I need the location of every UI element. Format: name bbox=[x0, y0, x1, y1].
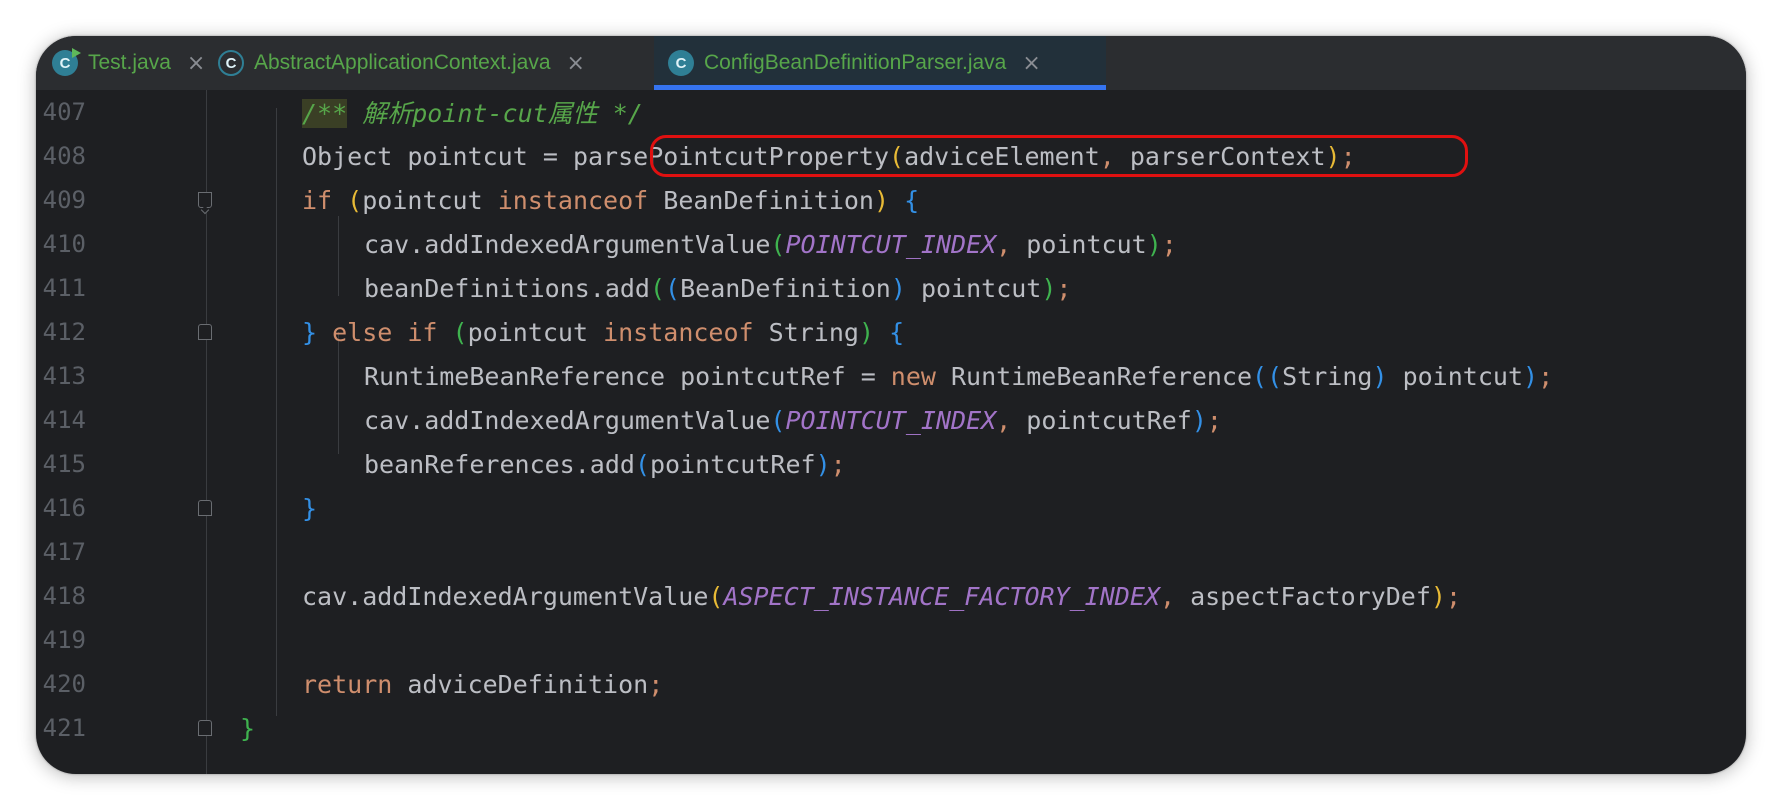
code-text: cav.addIndexedArgumentValue(ASPECT_INSTA… bbox=[302, 581, 1462, 611]
editor-tab-bar: C Test.java × C AbstractApplicationConte… bbox=[36, 36, 1746, 91]
fold-marker-icon[interactable] bbox=[198, 720, 212, 736]
close-icon[interactable]: × bbox=[567, 51, 585, 76]
code-line: 414 cav.addIndexedArgumentValue(POINTCUT… bbox=[36, 398, 1746, 442]
code-text: beanReferences.add(pointcutRef); bbox=[364, 449, 846, 479]
code-text: cav.addIndexedArgumentValue(POINTCUT_IND… bbox=[364, 229, 1177, 259]
tab-label: AbstractApplicationContext.java bbox=[254, 51, 551, 74]
code-text: return adviceDefinition; bbox=[302, 669, 664, 699]
line-number: 407 bbox=[42, 98, 86, 126]
code-text: } bbox=[240, 713, 256, 743]
code-text: /** 解析point-cut属性 */ bbox=[302, 99, 643, 128]
tab-abstract-application-context[interactable]: C AbstractApplicationContext.java × bbox=[218, 36, 585, 90]
code-text: cav.addIndexedArgumentValue(POINTCUT_IND… bbox=[364, 405, 1222, 435]
code-line: 412 } else if (pointcut instanceof Strin… bbox=[36, 310, 1746, 354]
line-number: 413 bbox=[42, 362, 86, 390]
code-line: 421 } bbox=[36, 706, 1746, 750]
code-text: RuntimeBeanReference pointcutRef = new R… bbox=[364, 361, 1554, 391]
line-number: 417 bbox=[42, 538, 86, 566]
java-abstract-class-icon: C bbox=[218, 50, 244, 76]
line-number: 420 bbox=[42, 670, 86, 698]
close-icon[interactable]: × bbox=[1022, 51, 1040, 76]
code-text: beanDefinitions.add((BeanDefinition) poi… bbox=[364, 273, 1072, 303]
line-number: 416 bbox=[42, 494, 86, 522]
line-number: 414 bbox=[42, 406, 86, 434]
line-number: 415 bbox=[42, 450, 86, 478]
line-number: 410 bbox=[42, 230, 86, 258]
line-number: 421 bbox=[42, 714, 86, 742]
code-text: } bbox=[302, 493, 318, 523]
tab-label: Test.java bbox=[88, 51, 171, 74]
code-line: 410 cav.addIndexedArgumentValue(POINTCUT… bbox=[36, 222, 1746, 266]
code-editor[interactable]: 407 /** 解析point-cut属性 */ 408 Object poin… bbox=[36, 90, 1746, 774]
code-line: 420 return adviceDefinition; bbox=[36, 662, 1746, 706]
java-run-class-icon: C bbox=[52, 48, 81, 76]
java-class-icon: C bbox=[668, 50, 694, 76]
code-text: } else if (pointcut instanceof String) { bbox=[302, 317, 905, 347]
code-line: 417 bbox=[36, 530, 1746, 574]
editor-window: C Test.java × C AbstractApplicationConte… bbox=[36, 36, 1746, 774]
fold-marker-icon[interactable] bbox=[198, 500, 212, 516]
code-line: 409 if (pointcut instanceof BeanDefiniti… bbox=[36, 178, 1746, 222]
line-number: 408 bbox=[42, 142, 86, 170]
tab-label: ConfigBeanDefinitionParser.java bbox=[704, 51, 1007, 74]
code-line: 416 } bbox=[36, 486, 1746, 530]
line-number: 412 bbox=[42, 318, 86, 346]
code-text: if (pointcut instanceof BeanDefinition) … bbox=[302, 185, 920, 215]
code-line: 407 /** 解析point-cut属性 */ bbox=[36, 90, 1746, 134]
fold-marker-icon[interactable] bbox=[198, 192, 212, 208]
code-text: Object pointcut = parsePointcutProperty(… bbox=[302, 141, 1356, 171]
line-number: 419 bbox=[42, 626, 86, 654]
close-icon[interactable]: × bbox=[187, 51, 205, 76]
line-number: 418 bbox=[42, 582, 86, 610]
fold-marker-icon[interactable] bbox=[198, 324, 212, 340]
tab-config-bean-definition-parser[interactable]: C ConfigBeanDefinitionParser.java × bbox=[654, 36, 1106, 90]
code-line: 415 beanReferences.add(pointcutRef); bbox=[36, 442, 1746, 486]
code-line: 408 Object pointcut = parsePointcutPrope… bbox=[36, 134, 1746, 178]
code-line: 419 bbox=[36, 618, 1746, 662]
line-number: 409 bbox=[42, 186, 86, 214]
code-line: 413 RuntimeBeanReference pointcutRef = n… bbox=[36, 354, 1746, 398]
code-line: 411 beanDefinitions.add((BeanDefinition)… bbox=[36, 266, 1746, 310]
code-line: 418 cav.addIndexedArgumentValue(ASPECT_I… bbox=[36, 574, 1746, 618]
tab-test-java[interactable]: C Test.java × bbox=[52, 36, 205, 90]
line-number: 411 bbox=[42, 274, 86, 302]
